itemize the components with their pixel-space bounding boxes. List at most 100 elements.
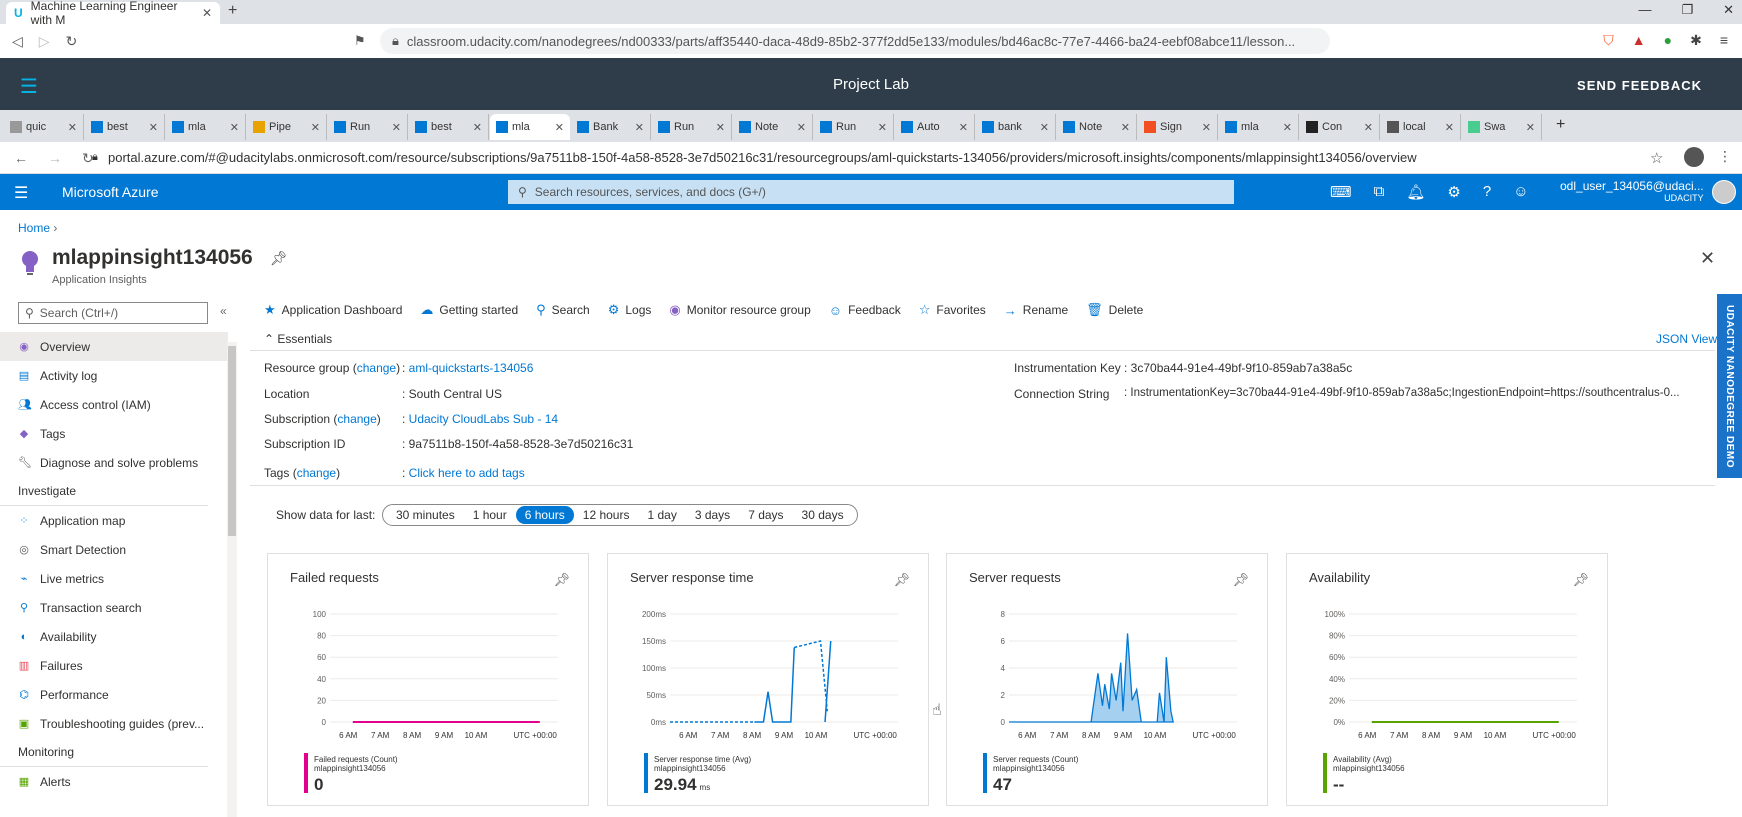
instrumentation-key-value[interactable]: : 3c70ba44-91e4-49bf-9f10-859ab7a38a5c [1124,361,1352,375]
sidebar-item-access-control-iam[interactable]: 👥︎ Access control (IAM) [0,390,228,419]
forward-icon[interactable]: ▷ [39,33,50,50]
time-range-option[interactable]: 7 days [739,506,792,524]
send-feedback-button[interactable]: SEND FEEDBACK [1577,78,1702,93]
close-icon[interactable]: ✕ [311,121,326,134]
extension-green-icon[interactable]: ● [1664,32,1672,49]
sidebar-item-troubleshooting-guides-prev[interactable]: ▣ Troubleshooting guides (prev... [0,709,228,738]
cloud-shell-icon[interactable]: ⌨ [1330,183,1352,201]
azure-brand[interactable]: Microsoft Azure [62,184,158,200]
sidebar-item-tags[interactable]: ◆ Tags [0,419,228,448]
reload-icon[interactable]: ↻ [66,33,78,50]
sidebar-item-availability[interactable]: ◐ Availability [0,622,228,651]
outer-url-field[interactable]: 🔒︎ classroom.udacity.com/nanodegrees/nd0… [380,28,1330,54]
notifications-icon[interactable]: 🔔︎ [1406,183,1425,201]
close-icon[interactable]: ✕ [1283,121,1298,134]
sidebar-item-application-map[interactable]: ⁘ Application map [0,506,228,535]
cmd-application-dashboard[interactable]: ★ Application Dashboard [264,302,402,318]
time-range-option[interactable]: 12 hours [574,506,639,524]
bookmark-icon[interactable]: ⚑ [354,33,366,49]
time-range-option[interactable]: 3 days [686,506,739,524]
avatar[interactable] [1712,180,1736,204]
change-tags-link[interactable]: change [297,466,336,480]
minimize-icon[interactable]: — [1638,2,1651,18]
inner-tab[interactable]: local ✕ [1381,114,1461,140]
change-resource-group-link[interactable]: change [357,361,396,375]
sidebar-item-diagnose-and-solve-problems[interactable]: 🔧︎ Diagnose and solve problems [0,448,228,477]
inner-tab[interactable]: quic ✕ [4,114,84,140]
inner-tab[interactable]: mla ✕ [1219,114,1299,140]
extensions-icon[interactable]: ✱ [1690,32,1702,49]
settings-icon[interactable]: ⚙ [1447,183,1460,201]
pin-icon[interactable]: 📌︎ [553,572,570,588]
sidebar-item-alerts[interactable]: ▦ Alerts [0,767,228,796]
inner-tab[interactable]: Swa ✕ [1462,114,1542,140]
subscription-link[interactable]: Udacity CloudLabs Sub - 14 [409,412,558,426]
pin-icon[interactable]: 📌︎ [270,250,288,267]
time-range-option[interactable]: 1 hour [464,506,516,524]
inner-tab[interactable]: Note ✕ [733,114,813,140]
inner-url-field[interactable]: portal.azure.com/#@udacitylabs.onmicroso… [108,150,1417,165]
inner-tab[interactable]: Bank ✕ [571,114,651,140]
close-icon[interactable]: ✕ [555,121,570,134]
cmd-favorites[interactable]: ☆ Favorites [919,302,986,318]
sidebar-item-overview[interactable]: ◉ Overview [0,332,228,361]
sidebar-item-smart-detection[interactable]: ◎ Smart Detection [0,535,228,564]
inner-tab[interactable]: bank ✕ [976,114,1056,140]
close-icon[interactable]: ✕ [1526,121,1541,134]
inner-tab[interactable]: mla ✕ [490,114,570,140]
inner-tab[interactable]: best ✕ [409,114,489,140]
close-icon[interactable]: ✕ [635,121,650,134]
pin-icon[interactable]: 📌︎ [1232,572,1249,588]
json-view-link[interactable]: JSON View [1656,332,1717,346]
resource-group-link[interactable]: aml-quickstarts-134056 [409,361,534,375]
menu-icon[interactable]: ≡ [1720,32,1728,49]
inner-forward-icon[interactable]: → [48,150,62,167]
inner-tab[interactable]: Con ✕ [1300,114,1380,140]
profile-icon[interactable] [1684,147,1704,167]
sidebar-item-activity-log[interactable]: ▤ Activity log [0,361,228,390]
cmd-getting-started[interactable]: ☁ Getting started [420,302,518,318]
inner-tab[interactable]: Pipe ✕ [247,114,327,140]
close-icon[interactable]: ✕ [1445,121,1460,134]
nav-scrollbar-thumb[interactable] [228,346,236,536]
directory-filter-icon[interactable]: ⧉ [1374,183,1385,201]
brave-rewards-icon[interactable]: ▲ [1632,32,1646,49]
inner-tab[interactable]: best ✕ [85,114,165,140]
close-icon[interactable]: ✕ [149,121,164,134]
inner-menu-icon[interactable]: ⋮ [1718,148,1732,165]
cmd-logs[interactable]: ⚙ Logs [608,302,652,318]
add-tags-link[interactable]: Click here to add tags [409,466,525,480]
time-range-option[interactable]: 6 hours [515,506,574,524]
portal-menu-icon[interactable]: ☰ [14,183,28,203]
nav-search-input[interactable]: ⚲ Search (Ctrl+/) [18,302,208,324]
inner-tab[interactable]: Auto ✕ [895,114,975,140]
close-window-icon[interactable]: ✕ [1723,2,1734,18]
inner-tab[interactable]: Run ✕ [814,114,894,140]
close-icon[interactable]: ✕ [959,121,974,134]
cmd-delete[interactable]: 🗑︎ Delete [1086,302,1143,318]
metric-card-failed-requests[interactable]: Failed requests 📌︎ 100 80 60 40 20 0 6 AM 7 AM 8 A… [267,553,589,806]
help-icon[interactable]: ? [1483,183,1491,201]
time-range-option[interactable]: 30 minutes [387,506,464,524]
close-icon[interactable]: ✕ [1364,121,1379,134]
pin-icon[interactable]: 📌︎ [1572,572,1589,588]
close-blade-icon[interactable]: ✕ [1700,248,1715,269]
new-tab-button[interactable]: + [228,2,237,20]
outer-tab[interactable]: U Machine Learning Engineer with M ✕ [6,0,220,27]
collapse-icon[interactable]: « [220,304,227,318]
sidebar-item-failures[interactable]: ▥ Failures [0,651,228,680]
close-icon[interactable]: ✕ [202,6,212,20]
time-range-option[interactable]: 1 day [638,506,685,524]
close-icon[interactable]: ✕ [716,121,731,134]
account-info[interactable]: odl_user_134056@udaci... UDACITY [1560,180,1704,204]
breadcrumb-home[interactable]: Home [18,221,50,235]
inner-tab[interactable]: Run ✕ [652,114,732,140]
udacity-demo-side-tab[interactable]: UDACITY NANODEGREE DEMO [1717,294,1742,478]
close-icon[interactable]: ✕ [68,121,83,134]
restore-icon[interactable]: ❐ [1681,2,1693,18]
inner-new-tab-button[interactable]: + [1556,116,1565,134]
inner-tab[interactable]: Run ✕ [328,114,408,140]
sidebar-item-performance[interactable]: ⌬ Performance [0,680,228,709]
star-icon[interactable]: ☆ [1650,149,1663,167]
global-search-input[interactable]: ⚲ Search resources, services, and docs (… [508,180,1234,204]
